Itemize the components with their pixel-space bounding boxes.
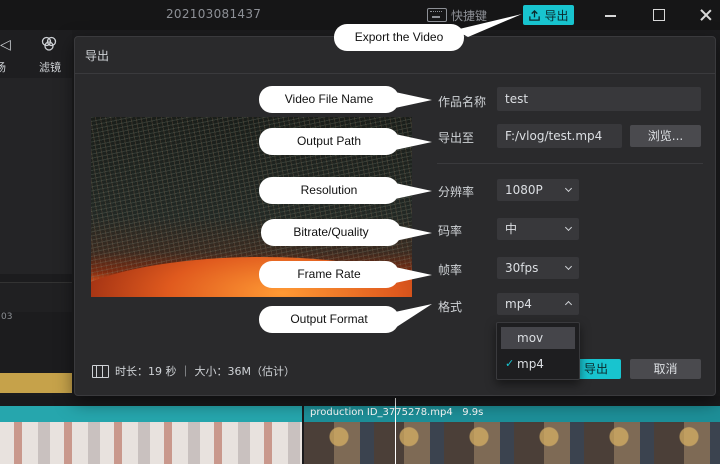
callout-output-path: Output Path (259, 128, 399, 155)
project-title: 202103081437 (166, 7, 262, 21)
app-window: 202103081437 快捷键 导出 ◁ 场 滤镜 03 production… (0, 0, 720, 464)
audio-track[interactable] (0, 373, 72, 393)
format-dropdown: mov ✓ mp4 (496, 322, 580, 380)
callout-output-format: Output Format (259, 306, 399, 333)
maximize-icon[interactable] (651, 7, 667, 23)
callout-file-name: Video File Name (259, 86, 399, 113)
cancel-button[interactable]: 取消 (630, 359, 701, 379)
divider (437, 163, 703, 164)
film-icon (92, 364, 109, 378)
callout-export: Export the Video (334, 24, 464, 51)
clip-label: production ID_3775278.mp4 9.9s (310, 407, 483, 418)
clip-thumbnails (304, 422, 720, 464)
format-value: mp4 (505, 297, 532, 311)
format-option-label: mp4 (517, 357, 544, 371)
framerate-value: 30fps (505, 261, 539, 275)
chevron-down-icon (564, 223, 573, 232)
path-input[interactable]: F:/vlog/test.mp4 (497, 124, 622, 148)
framerate-label: 帧率 (438, 263, 463, 277)
resolution-value: 1080P (505, 183, 543, 197)
resolution-label: 分辨率 (438, 185, 475, 199)
callout-bitrate: Bitrate/Quality (261, 219, 401, 246)
callout-resolution: Resolution (259, 177, 399, 204)
resolution-select[interactable]: 1080P (497, 179, 579, 201)
filter-label[interactable]: 滤镜 (39, 59, 61, 75)
chevron-down-icon (564, 184, 573, 193)
clip-name: production ID_3775278.mp4 (310, 407, 453, 418)
clip-thumbnails (0, 422, 302, 464)
bitrate-value: 中 (505, 222, 518, 236)
path-label: 导出至 (438, 131, 475, 145)
minimize-icon[interactable] (603, 7, 619, 23)
browse-button[interactable]: 浏览... (630, 125, 701, 147)
playhead[interactable] (395, 398, 396, 464)
video-clip[interactable]: production ID_3775278.mp4 9.9s (304, 406, 720, 464)
bitrate-label: 码率 (438, 224, 463, 238)
name-label: 作品名称 (438, 95, 487, 109)
format-option-mp4[interactable]: ✓ mp4 (501, 353, 575, 375)
chevron-up-icon (564, 300, 573, 309)
format-option-mov[interactable]: mov (501, 327, 575, 349)
export-summary: 时长：19 秒 ｜ 大小：36M（估计） (92, 363, 295, 379)
timeline-ruler (0, 282, 72, 312)
keyboard-icon (427, 8, 447, 22)
bitrate-select[interactable]: 中 (497, 218, 579, 240)
close-icon[interactable] (698, 7, 714, 23)
filter-icon[interactable] (40, 36, 58, 56)
name-input[interactable]: test (497, 87, 701, 111)
shortcut-button[interactable]: 快捷键 (427, 5, 487, 25)
export-summary-text: 时长：19 秒 ｜ 大小：36M（估计） (115, 365, 295, 378)
shortcut-label: 快捷键 (451, 8, 488, 23)
video-clip[interactable] (0, 406, 302, 464)
chevron-down-icon (564, 262, 573, 271)
export-icon (529, 9, 541, 21)
dialog-title: 导出 (85, 49, 110, 63)
export-button[interactable]: 导出 (523, 5, 574, 25)
clip-duration: 9.9s (462, 407, 484, 418)
format-select[interactable]: mp4 (497, 293, 579, 315)
toolbar-label-partial[interactable]: 场 (0, 59, 6, 75)
media-panel (0, 78, 72, 274)
callout-frame-rate: Frame Rate (259, 261, 399, 288)
export-label: 导出 (544, 8, 569, 23)
format-label: 格式 (438, 300, 463, 314)
framerate-select[interactable]: 30fps (497, 257, 579, 279)
check-icon: ✓ (505, 357, 515, 370)
transition-icon[interactable]: ◁ (0, 37, 11, 53)
ruler-label: 03 (1, 312, 13, 322)
divider (75, 73, 715, 74)
